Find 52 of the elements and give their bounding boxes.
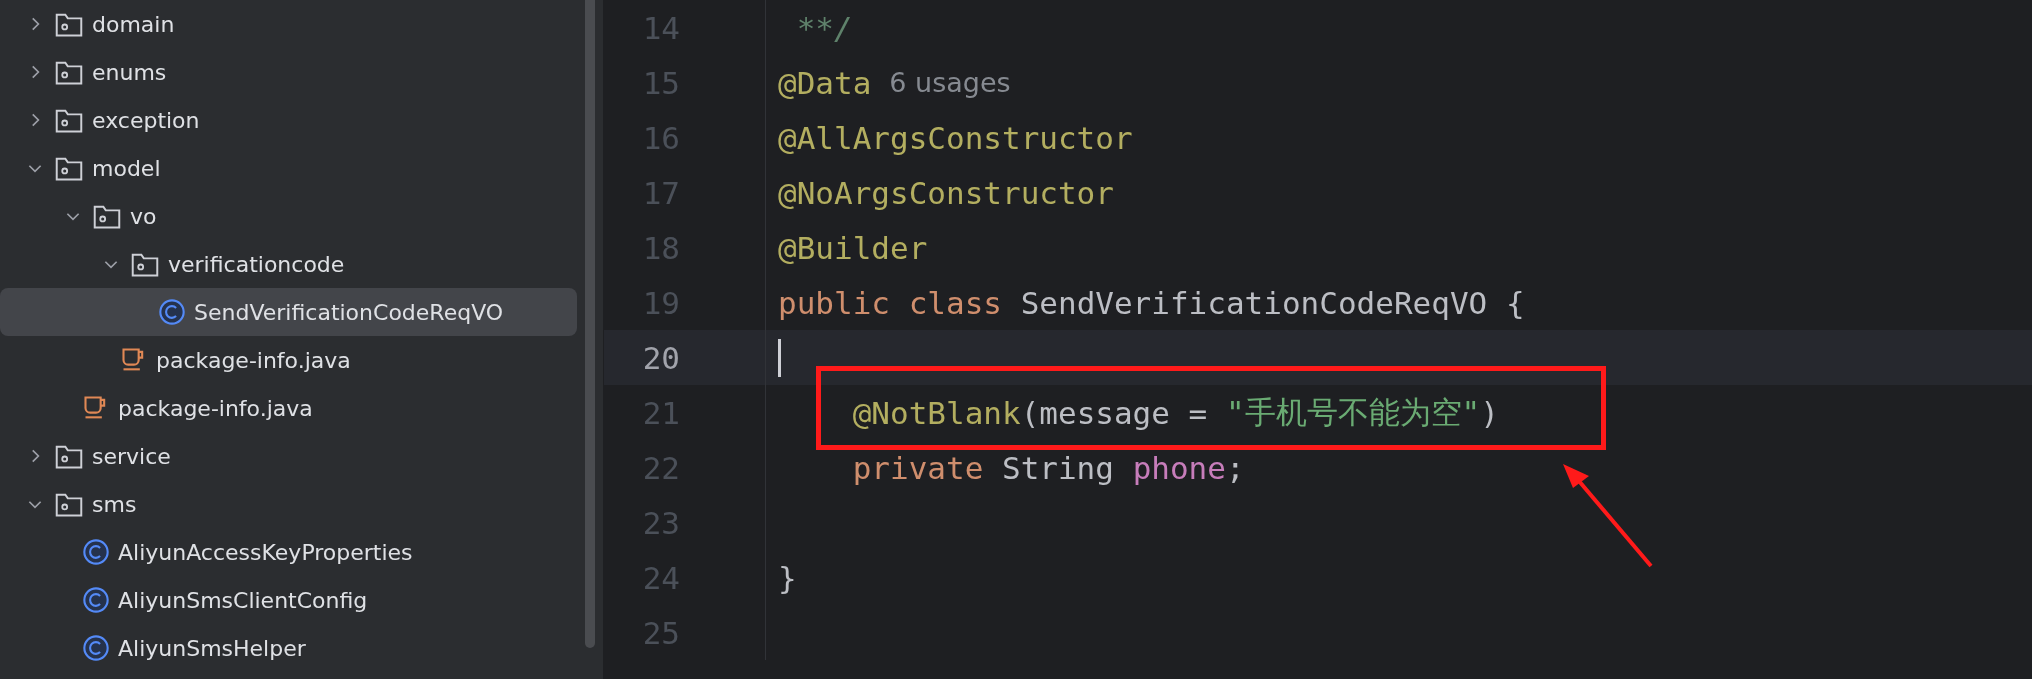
- tree-item-label: package-info.java: [156, 347, 351, 373]
- code-annotation: @Builder: [778, 229, 928, 266]
- tree-item[interactable]: package-info.java: [0, 384, 577, 432]
- class-icon: [82, 634, 110, 662]
- tree-item[interactable]: enums: [0, 48, 577, 96]
- code-text: ;: [1225, 449, 1245, 486]
- tree-item[interactable]: service: [0, 432, 577, 480]
- tree-item[interactable]: vo: [0, 192, 577, 240]
- tree-item-label: verificationcode: [168, 251, 345, 277]
- tree-item-label: exception: [92, 107, 200, 133]
- code-annotation: @AllArgsConstructor: [778, 119, 1133, 156]
- tree-item-label: AliyunSmsHelper: [118, 635, 306, 661]
- tree-item-label: vo: [130, 203, 157, 229]
- tree-item[interactable]: AliyunSmsHelper: [0, 624, 577, 672]
- scrollbar[interactable]: [585, 0, 595, 648]
- class-icon: [158, 298, 186, 326]
- tree-item-label: domain: [92, 11, 175, 37]
- line-number: 20: [641, 339, 680, 376]
- tree-item-label: SendVerificationCodeReqVO: [194, 299, 504, 325]
- tree-item-label: sms: [92, 491, 137, 517]
- tree-item[interactable]: package-info.java: [0, 336, 577, 384]
- text-cursor: [778, 338, 781, 377]
- tree-item-label: AliyunSmsClientConfig: [118, 587, 368, 613]
- tree-item-label: model: [92, 155, 161, 181]
- tree-item[interactable]: exception: [0, 96, 577, 144]
- code-annotation: @NotBlank: [851, 394, 1021, 431]
- tree-item[interactable]: model: [0, 144, 577, 192]
- tree-item-label: package-info.java: [118, 395, 313, 421]
- tree-item[interactable]: verificationcode: [0, 240, 577, 288]
- class-icon: [82, 586, 110, 614]
- code-string: "手机号不能为空": [1225, 392, 1481, 432]
- tree-item[interactable]: sms: [0, 480, 577, 528]
- code-annotation: @NoArgsConstructor: [778, 174, 1114, 211]
- code-text: }: [778, 559, 797, 596]
- tree-item[interactable]: SendVerificationCodeReqVO: [0, 288, 577, 336]
- code-keyword: public class: [778, 284, 1003, 321]
- class-icon: [82, 538, 110, 566]
- code-text: (message =: [1020, 394, 1209, 431]
- code-comment: **/: [795, 9, 853, 46]
- usages-hint: 6 usages: [889, 67, 1011, 98]
- code-text: SendVerificationCodeReqVO {: [1020, 284, 1525, 321]
- tree-item-label: service: [92, 443, 171, 469]
- tree-item[interactable]: AliyunSmsClientConfig: [0, 576, 577, 624]
- code-keyword: private: [851, 449, 985, 486]
- code-text: ): [1480, 394, 1499, 431]
- tree-item[interactable]: AliyunAccessKeyProperties: [0, 528, 577, 576]
- tree-item-label: AliyunAccessKeyProperties: [118, 539, 413, 565]
- code-field: phone: [1132, 449, 1226, 486]
- tree-item[interactable]: domain: [0, 0, 577, 48]
- code-text: String: [1001, 449, 1115, 486]
- code-annotation: @Data: [778, 64, 872, 101]
- tree-item-label: enums: [92, 59, 167, 85]
